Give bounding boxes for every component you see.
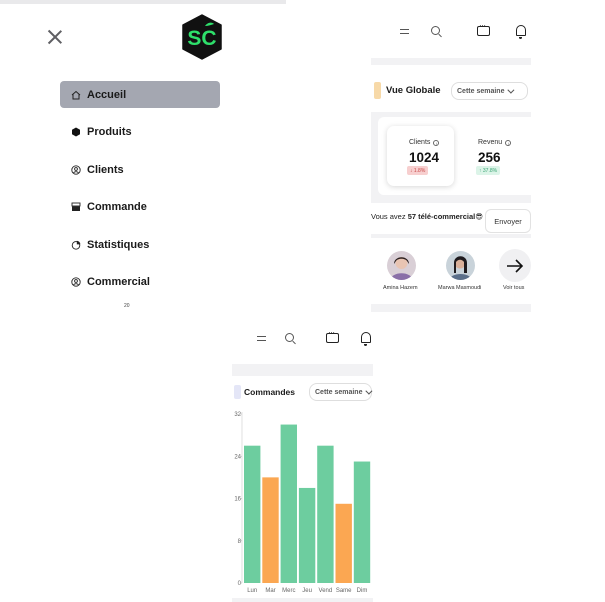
orders-accent (234, 385, 241, 399)
close-icon[interactable] (46, 28, 64, 46)
y-tick-label: 24 (234, 454, 241, 460)
home-icon (71, 90, 81, 100)
orders-period-select[interactable]: Cette semaine (309, 383, 373, 401)
y-tick-label: 0 (238, 581, 242, 587)
member-name: Marwa Masmoudi (438, 285, 482, 291)
pie-chart-icon (71, 240, 81, 250)
kpi-clients-trend: ↓ 1.8% (407, 166, 429, 175)
dashboard-top-gap (286, 0, 605, 14)
search-icon[interactable] (285, 333, 294, 342)
kpi-label-text: Clients (409, 139, 431, 146)
bell-icon[interactable] (361, 332, 371, 346)
bar-same[interactable] (335, 503, 352, 583)
sidebar-item-commercial[interactable]: Commercial (60, 269, 220, 296)
bar-mar[interactable] (262, 477, 279, 583)
hexagon-icon (71, 127, 81, 137)
sidebar-item-label: Commande (87, 201, 147, 213)
sidebar-item-statistiques[interactable]: Statistiques (60, 231, 220, 258)
kpi-label-text: Revenu (478, 139, 503, 146)
menu-icon[interactable] (257, 336, 266, 341)
bar-merc[interactable] (280, 424, 297, 583)
kpi-revenu-value: 256 (478, 150, 501, 165)
orders-topbar (232, 320, 373, 364)
sidebar-item-label: Statistiques (87, 238, 150, 251)
x-tick-label: Same (336, 588, 352, 594)
sidebar-item-clients[interactable]: Clients (60, 156, 220, 183)
sidebar-item-accueil[interactable]: Accueil (60, 81, 220, 108)
see-all-label[interactable]: Voir tous (503, 285, 524, 291)
y-tick-label: 16 (234, 497, 241, 503)
envoyer-button[interactable]: Envoyer (485, 209, 531, 233)
arrow-right-icon (507, 258, 524, 273)
menu-icon[interactable] (400, 29, 409, 34)
x-tick-label: Dim (357, 588, 368, 594)
sidebar-item-label: Produits (87, 126, 132, 138)
sunglasses-icon: 😎 (475, 212, 484, 221)
overview-title: Vue Globale (386, 85, 441, 96)
top-divider (0, 0, 286, 4)
y-tick-label: 8 (238, 539, 242, 545)
bar-dim[interactable] (353, 461, 371, 583)
y-tick-label: 32 (234, 412, 241, 418)
orders-bar-chart: 0 8 16 24 32 Lun Mar Merc Jeu Vend Same Dim (234, 412, 371, 594)
chat-icon[interactable] (326, 328, 339, 343)
x-tick-label: Mar (265, 588, 275, 594)
overview-accent (374, 82, 381, 99)
see-all-button[interactable] (499, 249, 531, 282)
user-circle-icon (71, 164, 81, 175)
chat-icon[interactable] (477, 21, 490, 36)
user-circle-icon (71, 277, 81, 287)
overview-period-label: Cette semaine (457, 87, 505, 95)
sidebar-item-label: Accueil (87, 88, 127, 101)
sidebar-menu: Accueil Produits Clients Commande Statis… (60, 81, 220, 306)
x-tick-label: Vend (319, 588, 333, 594)
kpi-revenu-label: Revenu i (478, 139, 512, 146)
orders-period-label: Cette semaine (315, 388, 363, 396)
kpi-revenu-trend: ↑ 37.8% (476, 166, 501, 175)
x-tick-label: Lun (247, 588, 257, 594)
overview-period-select[interactable]: Cette semaine (451, 82, 528, 100)
dashboard-topbar (371, 14, 531, 58)
bar-vend[interactable] (317, 445, 334, 583)
app-logo: SC (182, 14, 222, 60)
telecom-prefix: Vous avez (371, 212, 406, 221)
search-icon[interactable] (431, 26, 440, 35)
x-tick-label: Jeu (302, 588, 312, 594)
kpi-clients-value: 1024 (409, 150, 440, 165)
trend-value: 1.8% (413, 167, 426, 174)
sidebar-item-label: Commercial (87, 276, 150, 288)
telecom-summary: Vous avez 57 télé-commercial😎 (371, 212, 483, 221)
sidebar-item-produits[interactable]: Produits (60, 119, 220, 146)
sidebar-item-label: Clients (87, 163, 124, 176)
svg-text:SC: SC (187, 27, 216, 50)
kpi-clients-label: Clients i (409, 139, 440, 146)
telecom-count: 57 télé-commercial (407, 212, 476, 221)
avatar-amina[interactable] (387, 251, 416, 280)
bell-icon[interactable] (516, 25, 526, 39)
trend-value: 37.8% (482, 167, 498, 174)
info-icon[interactable]: i (433, 139, 440, 146)
sidebar-item-commande[interactable]: Commande (60, 194, 220, 221)
sidebar-footer-mark: 20 (124, 303, 130, 309)
member-name: Amina Hazem (383, 285, 418, 291)
bar-jeu[interactable] (298, 487, 316, 583)
orders-title: Commandes (244, 387, 296, 397)
x-tick-label: Merc (282, 588, 295, 594)
chevron-down-icon (507, 86, 515, 94)
info-icon[interactable]: i (505, 139, 512, 146)
avatar-marwa[interactable] (446, 251, 475, 280)
bar-lun[interactable] (244, 445, 261, 583)
register-icon (71, 202, 81, 212)
